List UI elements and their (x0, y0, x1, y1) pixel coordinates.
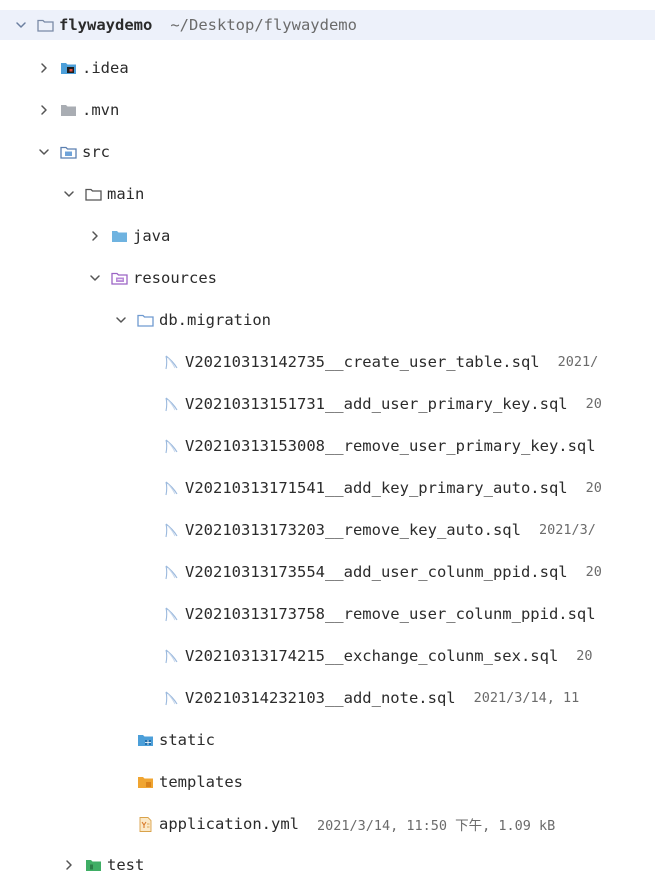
migration-file-row[interactable]: V20210313151731__add_user_primary_key.sq… (0, 389, 655, 419)
migration-file-name: V20210313151731__add_user_primary_key.sq… (185, 395, 568, 413)
chevron-right-icon[interactable] (37, 61, 51, 75)
folder-idea-icon (60, 61, 77, 76)
folder-resources-icon (111, 271, 128, 286)
tree-row-test[interactable]: test (0, 850, 655, 874)
migration-file-meta: 2021/3/ (538, 522, 596, 538)
mvn-folder-name: .mvn (82, 101, 120, 119)
migration-file-name: V20210313173758__remove_user_colunm_ppid… (185, 605, 596, 623)
chevron-right-icon[interactable] (88, 229, 102, 243)
migration-file-meta: 20 (585, 396, 602, 412)
chevron-down-icon[interactable] (14, 18, 28, 32)
folder-source-icon (60, 145, 77, 160)
tree-row-java[interactable]: java (0, 221, 655, 251)
migration-file-meta: 2021/3/14, 11 (473, 690, 580, 706)
migration-file-meta: 2021/ (557, 354, 599, 370)
tree-row-db-migration[interactable]: db.migration (0, 305, 655, 335)
resources-folder-name: resources (133, 269, 217, 287)
sql-file-icon (163, 649, 180, 664)
migration-file-row[interactable]: V20210313173203__remove_key_auto.sql 202… (0, 515, 655, 545)
tree-row-mvn[interactable]: .mvn (0, 95, 655, 125)
folder-static-icon (137, 733, 154, 748)
migration-file-name: V20210313153008__remove_user_primary_key… (185, 437, 596, 455)
tree-row-static[interactable]: static (0, 725, 655, 755)
sql-file-icon (163, 607, 180, 622)
sql-file-icon (163, 439, 180, 454)
idea-folder-name: .idea (82, 59, 129, 77)
application-file-name: application.yml (159, 815, 299, 833)
chevron-right-icon[interactable] (37, 103, 51, 117)
migration-file-meta: 20 (576, 648, 593, 664)
migration-file-row[interactable]: V20210313142735__create_user_table.sql 2… (0, 347, 655, 377)
main-folder-name: main (107, 185, 145, 203)
chevron-down-icon[interactable] (88, 271, 102, 285)
migration-file-name: V20210313173203__remove_key_auto.sql (185, 521, 521, 539)
tree-row-main[interactable]: main (0, 179, 655, 209)
sql-file-icon (163, 481, 180, 496)
application-file-meta: 2021/3/14, 11:50 下午, 1.09 kB (316, 818, 556, 834)
java-folder-name: java (133, 227, 171, 245)
sql-file-icon (163, 397, 180, 412)
sql-file-icon (163, 691, 180, 706)
sql-file-icon (163, 523, 180, 538)
migration-file-name: V20210313142735__create_user_table.sql (185, 353, 540, 371)
migration-file-meta: 20 (585, 564, 602, 580)
migration-file-row[interactable]: V20210313174215__exchange_colunm_sex.sql… (0, 641, 655, 671)
root-folder-name: flywaydemo (59, 16, 153, 34)
tree-row-resources[interactable]: resources (0, 263, 655, 293)
yml-file-icon (137, 816, 154, 832)
chevron-down-icon[interactable] (114, 313, 128, 327)
migration-file-name: V20210313171541__add_key_primary_auto.sq… (185, 479, 568, 497)
migration-file-row[interactable]: V20210313171541__add_key_primary_auto.sq… (0, 473, 655, 503)
migration-file-row[interactable]: V20210313173554__add_user_colunm_ppid.sq… (0, 557, 655, 587)
migration-file-row[interactable]: V20210314232103__add_note.sql 2021/3/14,… (0, 683, 655, 713)
folder-plain-icon (137, 313, 154, 328)
project-tree: flywaydemo ~/Desktop/flywaydemo .idea .m… (0, 0, 655, 874)
migration-file-row[interactable]: V20210313153008__remove_user_primary_key… (0, 431, 655, 461)
root-folder-path: ~/Desktop/flywaydemo (170, 16, 357, 34)
db-migration-folder-name: db.migration (159, 311, 271, 329)
migration-file-name: V20210313173554__add_user_colunm_ppid.sq… (185, 563, 568, 581)
chevron-right-icon[interactable] (62, 858, 76, 872)
folder-templates-icon (137, 775, 154, 790)
chevron-down-icon[interactable] (37, 145, 51, 159)
folder-plain-icon (85, 187, 102, 202)
tree-row-templates[interactable]: templates (0, 767, 655, 797)
folder-blue-icon (111, 229, 128, 244)
src-folder-name: src (82, 143, 110, 161)
test-folder-name: test (107, 856, 145, 874)
migration-file-row[interactable]: V20210313173758__remove_user_colunm_ppid… (0, 599, 655, 629)
folder-test-icon (85, 858, 102, 873)
sql-file-icon (163, 565, 180, 580)
migration-file-name: V20210314232103__add_note.sql (185, 689, 456, 707)
sql-file-icon (163, 355, 180, 370)
templates-folder-name: templates (159, 773, 243, 791)
static-folder-name: static (159, 731, 215, 749)
folder-grey-icon (60, 103, 77, 118)
tree-row-application-yml[interactable]: application.yml 2021/3/14, 11:50 下午, 1.0… (0, 809, 655, 839)
tree-row-idea[interactable]: .idea (0, 53, 655, 83)
tree-row-root[interactable]: flywaydemo ~/Desktop/flywaydemo (0, 10, 655, 40)
folder-plain-icon (37, 18, 54, 33)
chevron-down-icon[interactable] (62, 187, 76, 201)
tree-row-src[interactable]: src (0, 137, 655, 167)
migration-file-name: V20210313174215__exchange_colunm_sex.sql (185, 647, 559, 665)
migration-file-meta: 20 (585, 480, 602, 496)
